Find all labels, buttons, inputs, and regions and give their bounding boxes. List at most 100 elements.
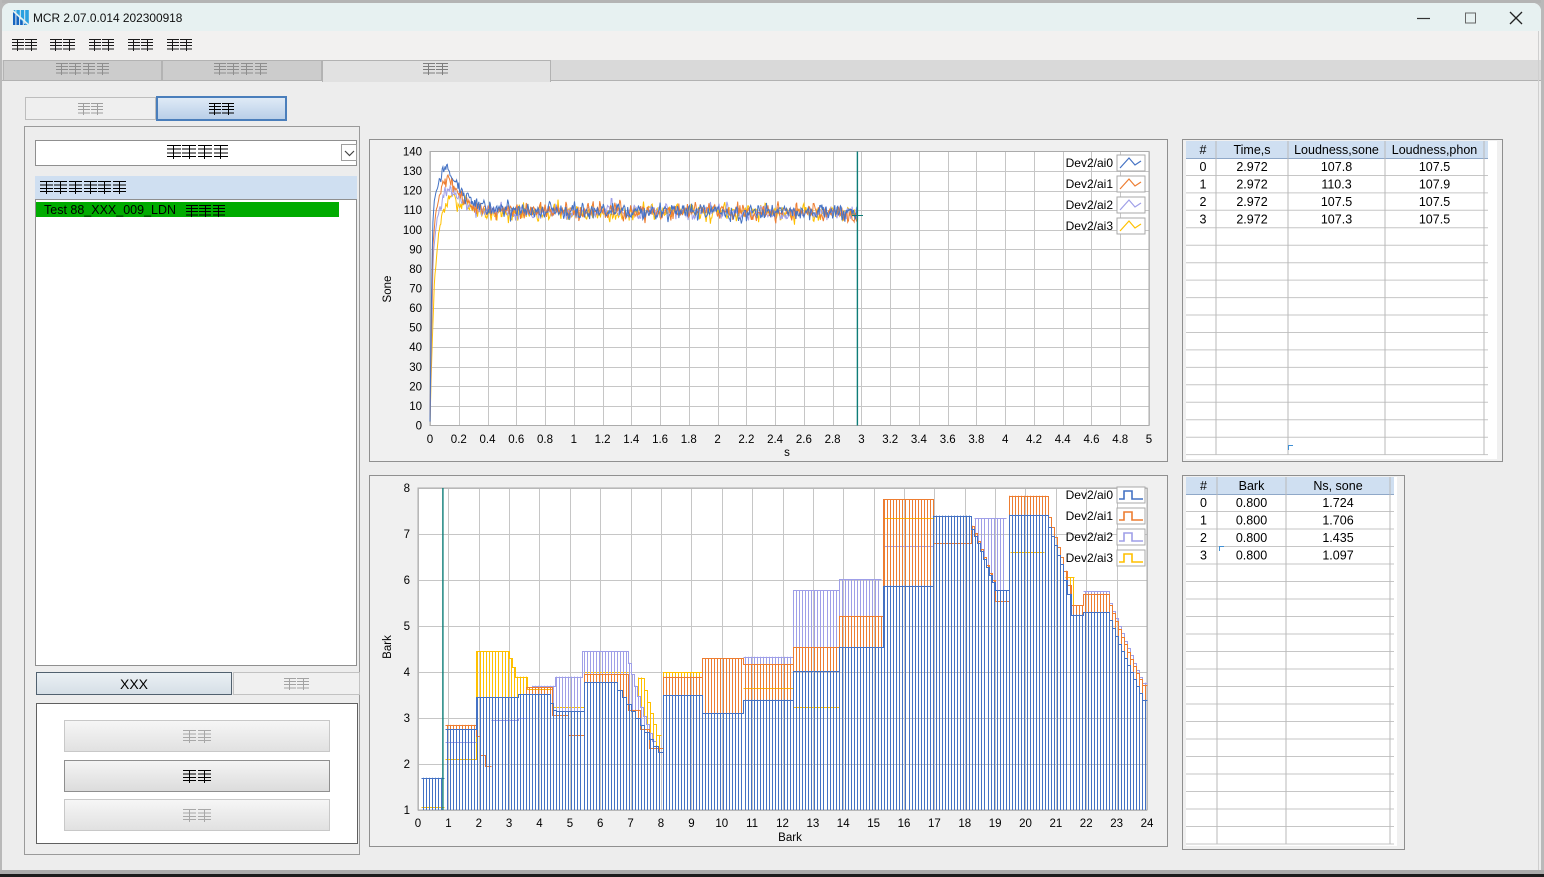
svg-text:2.972: 2.972 <box>1236 178 1267 192</box>
svg-text:107.8: 107.8 <box>1321 160 1352 174</box>
svg-text:2.4: 2.4 <box>767 434 784 446</box>
svg-text:6: 6 <box>404 575 410 587</box>
svg-text:Time,s: Time,s <box>1233 143 1270 157</box>
svg-text:18: 18 <box>958 818 971 830</box>
svg-text:5: 5 <box>1146 434 1152 446</box>
svg-text:17: 17 <box>928 818 941 830</box>
svg-text:#: # <box>1200 479 1207 493</box>
svg-text:50: 50 <box>409 323 422 335</box>
svg-text:60: 60 <box>409 303 422 315</box>
svg-text:s: s <box>784 447 790 459</box>
svg-text:1.706: 1.706 <box>1322 514 1353 528</box>
svg-text:Dev2/ai2: Dev2/ai2 <box>1066 198 1114 212</box>
svg-text:Loudness,sone: Loudness,sone <box>1294 143 1379 157</box>
svg-text:8: 8 <box>658 818 664 830</box>
svg-text:0.800: 0.800 <box>1236 549 1267 563</box>
svg-text:7: 7 <box>627 818 633 830</box>
svg-text:3: 3 <box>1200 549 1207 563</box>
svg-text:4.8: 4.8 <box>1112 434 1128 446</box>
svg-text:2: 2 <box>714 434 720 446</box>
svg-text:1.6: 1.6 <box>652 434 668 446</box>
svg-text:6: 6 <box>597 818 603 830</box>
svg-text:107.5: 107.5 <box>1419 195 1450 209</box>
svg-text:3: 3 <box>506 818 512 830</box>
svg-text:110: 110 <box>404 205 422 217</box>
svg-text:107.5: 107.5 <box>1419 212 1450 226</box>
svg-text:0.2: 0.2 <box>451 434 467 446</box>
svg-text:2: 2 <box>1200 195 1207 209</box>
svg-text:#: # <box>1200 143 1207 157</box>
svg-text:107.3: 107.3 <box>1321 212 1352 226</box>
svg-text:0: 0 <box>427 434 433 446</box>
svg-text:Loudness,phon: Loudness,phon <box>1392 143 1478 157</box>
svg-text:1.2: 1.2 <box>595 434 611 446</box>
svg-text:0.4: 0.4 <box>480 434 497 446</box>
svg-text:130: 130 <box>403 166 422 178</box>
svg-text:0.800: 0.800 <box>1236 496 1267 510</box>
svg-text:120: 120 <box>403 186 422 198</box>
svg-text:1.097: 1.097 <box>1322 549 1353 563</box>
svg-text:1: 1 <box>404 805 410 817</box>
svg-text:107.5: 107.5 <box>1419 160 1450 174</box>
svg-text:21: 21 <box>1050 818 1063 830</box>
svg-text:2.972: 2.972 <box>1236 160 1267 174</box>
svg-text:19: 19 <box>989 818 1002 830</box>
svg-text:3.8: 3.8 <box>968 434 984 446</box>
svg-text:Dev2/ai0: Dev2/ai0 <box>1066 488 1114 502</box>
svg-text:1: 1 <box>1200 178 1207 192</box>
svg-text:4: 4 <box>1002 434 1009 446</box>
svg-text:3: 3 <box>404 713 410 725</box>
svg-text:16: 16 <box>898 818 911 830</box>
svg-text:3: 3 <box>858 434 864 446</box>
svg-text:Dev2/ai2: Dev2/ai2 <box>1066 530 1114 544</box>
svg-text:0: 0 <box>1200 160 1207 174</box>
svg-text:2: 2 <box>404 759 410 771</box>
svg-text:0: 0 <box>1200 496 1207 510</box>
svg-text:Bark: Bark <box>1239 479 1265 493</box>
svg-text:3.6: 3.6 <box>940 434 956 446</box>
svg-text:4: 4 <box>404 667 411 679</box>
svg-text:1.724: 1.724 <box>1322 496 1353 510</box>
svg-text:2.972: 2.972 <box>1236 195 1267 209</box>
svg-text:Dev2/ai3: Dev2/ai3 <box>1066 219 1114 233</box>
svg-text:140: 140 <box>403 147 422 159</box>
svg-text:Dev2/ai3: Dev2/ai3 <box>1066 551 1114 565</box>
svg-text:107.9: 107.9 <box>1419 178 1450 192</box>
svg-text:0.800: 0.800 <box>1236 531 1267 545</box>
svg-text:40: 40 <box>409 342 422 354</box>
svg-text:3.4: 3.4 <box>911 434 928 446</box>
svg-text:30: 30 <box>409 362 422 374</box>
svg-text:3: 3 <box>1200 212 1207 226</box>
svg-text:22: 22 <box>1080 818 1093 830</box>
svg-text:1: 1 <box>1200 514 1207 528</box>
svg-text:1.8: 1.8 <box>681 434 697 446</box>
svg-text:Ns, sone: Ns, sone <box>1313 479 1362 493</box>
svg-text:15: 15 <box>867 818 880 830</box>
svg-text:2.2: 2.2 <box>738 434 754 446</box>
svg-text:23: 23 <box>1110 818 1123 830</box>
svg-text:4: 4 <box>536 818 543 830</box>
svg-text:100: 100 <box>403 225 422 237</box>
svg-text:4.2: 4.2 <box>1026 434 1042 446</box>
svg-text:1: 1 <box>445 818 451 830</box>
svg-text:9: 9 <box>688 818 694 830</box>
svg-text:5: 5 <box>404 621 410 633</box>
svg-text:0.6: 0.6 <box>508 434 524 446</box>
svg-text:4.6: 4.6 <box>1084 434 1100 446</box>
svg-text:20: 20 <box>1019 818 1032 830</box>
svg-text:0.8: 0.8 <box>537 434 553 446</box>
svg-text:8: 8 <box>404 483 410 495</box>
svg-text:12: 12 <box>776 818 789 830</box>
svg-text:2: 2 <box>1200 531 1207 545</box>
svg-text:Dev2/ai1: Dev2/ai1 <box>1066 509 1114 523</box>
svg-text:80: 80 <box>409 264 422 276</box>
svg-text:Dev2/ai0: Dev2/ai0 <box>1066 156 1114 170</box>
svg-text:90: 90 <box>409 244 422 256</box>
svg-text:20: 20 <box>409 381 422 393</box>
svg-text:5: 5 <box>567 818 573 830</box>
svg-text:2.6: 2.6 <box>796 434 812 446</box>
svg-text:24: 24 <box>1141 818 1154 830</box>
svg-text:1.435: 1.435 <box>1322 531 1353 545</box>
svg-text:Dev2/ai1: Dev2/ai1 <box>1066 177 1114 191</box>
svg-text:0: 0 <box>416 421 422 433</box>
